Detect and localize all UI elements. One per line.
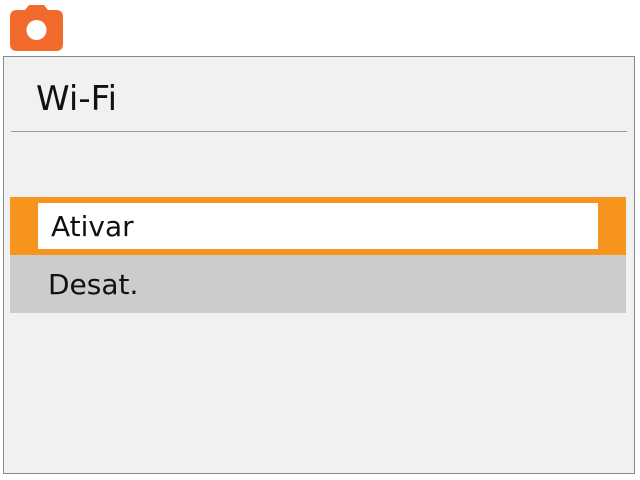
camera-icon[interactable] (10, 4, 63, 51)
option-list: Ativar Desat. (10, 197, 626, 313)
page-title: Wi-Fi (36, 79, 118, 119)
option-desat[interactable]: Desat. (10, 255, 626, 313)
settings-panel: Wi-Fi Ativar Desat. (3, 56, 635, 474)
option-desat-label: Desat. (48, 268, 139, 301)
option-ativar[interactable]: Ativar (10, 197, 626, 255)
divider (11, 131, 627, 132)
option-ativar-label: Ativar (38, 203, 598, 249)
